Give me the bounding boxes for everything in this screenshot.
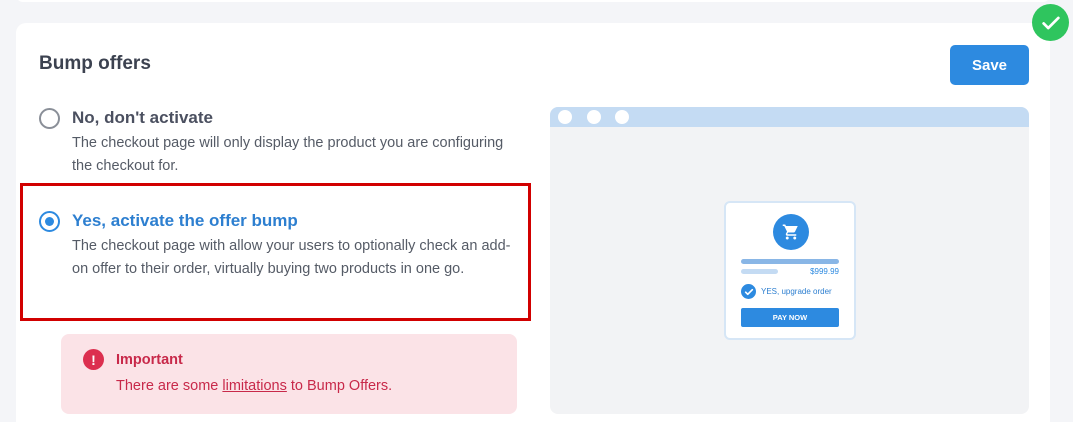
mini-checkout-card: $999.99 YES, upgrade order PAY NOW: [724, 201, 856, 340]
radio-no-activate[interactable]: [39, 108, 60, 129]
success-check-icon: [1032, 4, 1069, 41]
limitations-link[interactable]: limitations: [222, 378, 286, 394]
window-dot: [587, 110, 601, 124]
cart-icon: [773, 214, 809, 250]
section-title: Bump offers: [39, 53, 151, 74]
window-dot: [615, 110, 629, 124]
upgrade-label: YES, upgrade order: [761, 287, 832, 296]
checkbox-checked-icon: [741, 284, 756, 299]
notice-title: Important: [116, 352, 183, 368]
selection-highlight: [20, 183, 531, 321]
notice-text-after: to Bump Offers.: [286, 378, 393, 394]
exclamation-icon: !: [83, 349, 104, 370]
browser-bar: [550, 107, 1029, 127]
placeholder-line: [741, 269, 778, 274]
option-label: No, don't activate: [72, 108, 214, 127]
notice-text-before: There are some: [116, 378, 223, 394]
save-button[interactable]: Save: [950, 45, 1029, 85]
notice-text: There are some limitations to Bump Offer…: [116, 378, 392, 394]
option-description: The checkout page will only display the …: [72, 135, 504, 174]
previous-section-card: [16, 0, 1050, 2]
important-notice: ! Important There are some limitations t…: [61, 334, 517, 414]
window-dot: [558, 110, 572, 124]
checkout-preview: $999.99 YES, upgrade order PAY NOW: [550, 107, 1029, 414]
placeholder-line: [741, 259, 839, 264]
mini-price: $999.99: [810, 267, 839, 276]
pay-now-button: PAY NOW: [741, 308, 839, 327]
